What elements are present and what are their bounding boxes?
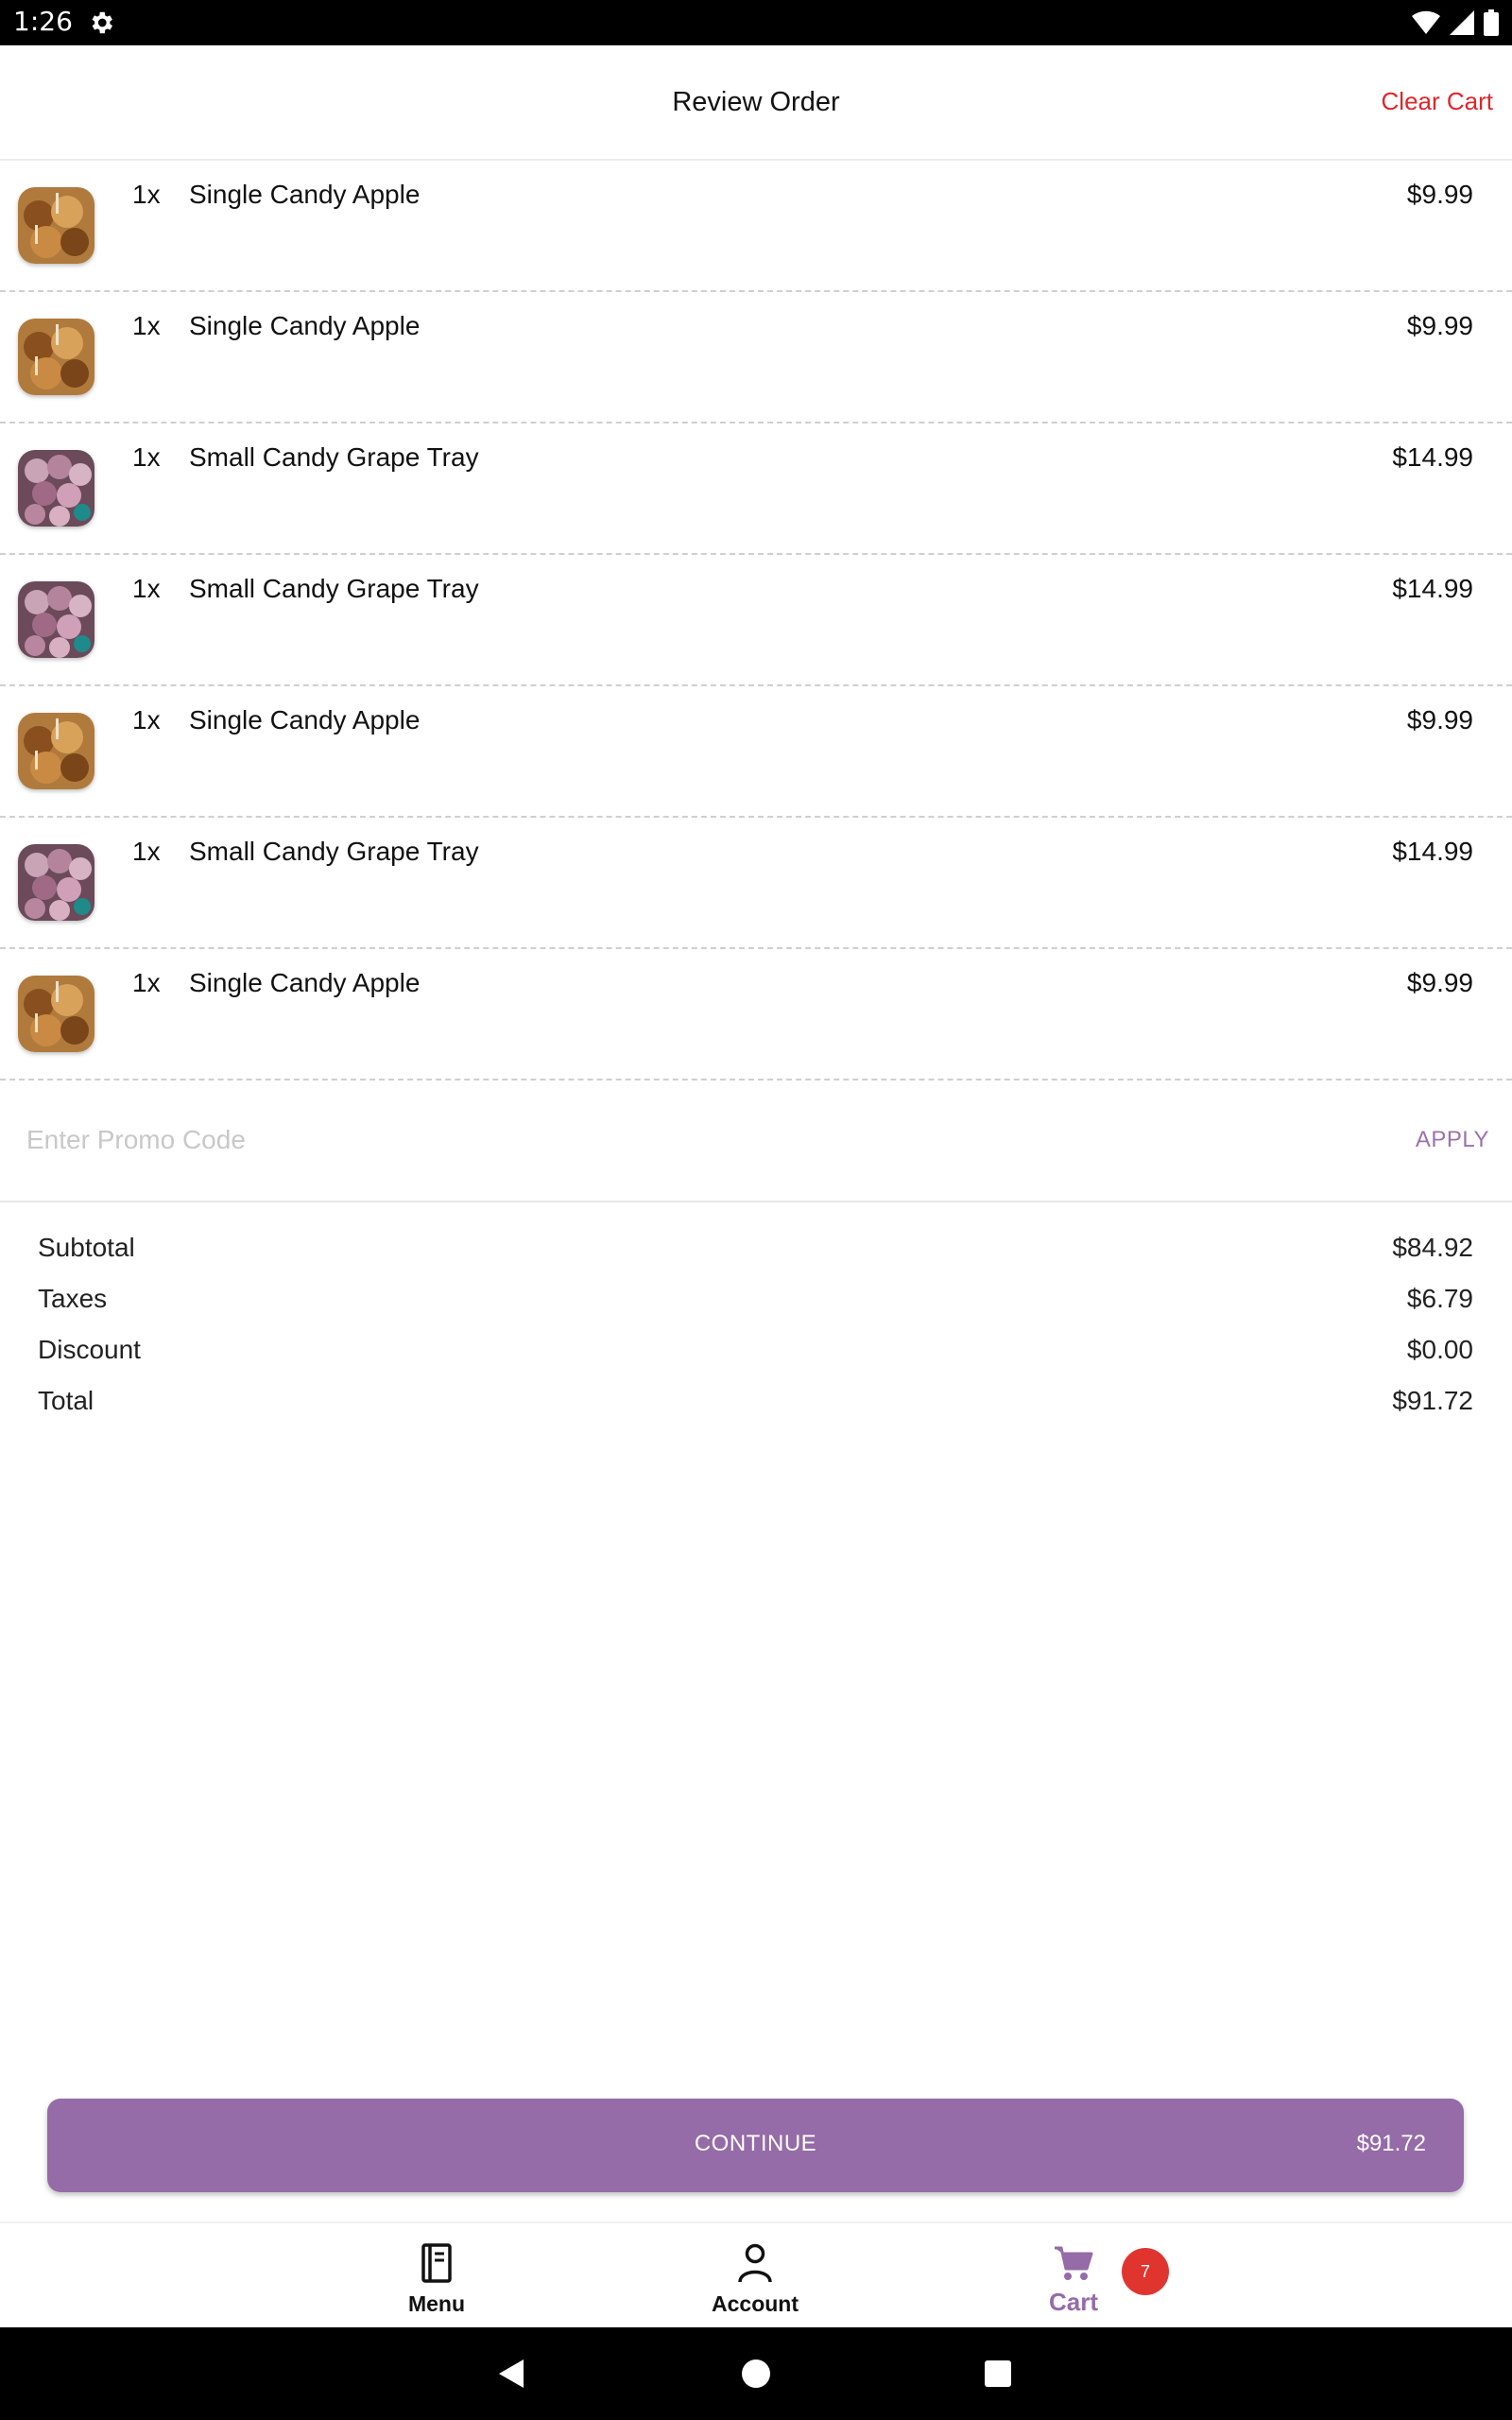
item-price: $14.99 [1392,837,1473,866]
item-name: Small Candy Grape Tray [189,442,479,472]
item-price: $14.99 [1392,574,1473,603]
order-item[interactable]: 1x Single Candy Apple $9.99 [0,292,1512,424]
candy-apple-thumbnail [18,976,94,1052]
candy-apple-thumbnail [18,319,94,395]
cart-icon [1055,2246,1093,2280]
item-name: Small Candy Grape Tray [189,574,479,603]
summary-value: $0.00 [1406,1335,1473,1364]
continue-amount: $91.72 [1356,2131,1426,2156]
summary-value: $84.92 [1392,1233,1473,1262]
item-name: Single Candy Apple [189,311,421,340]
summary-row-taxes: Taxes $6.79 [0,1276,1512,1327]
menu-book-icon [421,2243,452,2283]
recents-icon[interactable] [974,2350,1022,2397]
summary-row-total: Total $91.72 [0,1378,1512,1429]
status-time: 1:26 [13,6,73,37]
bottom-tab-bar: Menu Account 7 Cart [0,2221,1512,2329]
order-item[interactable]: 1x Single Candy Apple $9.99 [0,161,1512,292]
item-name: Single Candy Apple [189,180,421,209]
battery-icon [1484,9,1499,36]
home-icon[interactable] [732,2350,780,2397]
apply-promo-button[interactable]: APPLY [1416,1127,1489,1153]
summary-label: Total [38,1386,94,1415]
item-quantity: 1x [132,180,161,209]
order-item[interactable]: 1x Single Candy Apple $9.99 [0,686,1512,818]
page-title: Review Order [672,87,840,117]
summary-row-subtotal: Subtotal $84.92 [0,1225,1512,1276]
summary-label: Taxes [38,1284,108,1313]
item-quantity: 1x [132,705,161,735]
summary-value: $91.72 [1392,1386,1473,1415]
candy-apple-thumbnail [18,187,94,264]
item-price: $9.99 [1406,180,1473,209]
promo-code-section: APPLY [0,1078,1512,1202]
tab-menu[interactable]: Menu [342,2223,531,2329]
item-name: Single Candy Apple [189,968,421,997]
tab-cart[interactable]: 7 Cart [979,2223,1169,2329]
summary-value: $6.79 [1406,1284,1473,1313]
cell-signal-icon [1450,10,1474,35]
item-quantity: 1x [132,837,161,866]
candy-apple-thumbnail [18,713,94,789]
wifi-icon [1412,10,1440,34]
item-name: Single Candy Apple [189,705,421,735]
item-quantity: 1x [132,311,161,340]
app-header: Review Order Clear Cart [0,45,1512,161]
item-quantity: 1x [132,574,161,603]
tab-label: Account [712,2291,799,2316]
summary-row-discount: Discount $0.00 [0,1327,1512,1378]
order-item[interactable]: 1x Small Candy Grape Tray $14.99 [0,555,1512,686]
summary-label: Discount [38,1335,141,1364]
order-item[interactable]: 1x Single Candy Apple $9.99 [0,949,1512,1080]
clear-cart-button[interactable]: Clear Cart [1382,87,1493,116]
continue-button[interactable]: CONTINUE $91.72 [47,2099,1464,2192]
candy-grape-tray-thumbnail [18,581,94,658]
system-indicators [1412,9,1499,36]
order-item[interactable]: 1x Small Candy Grape Tray $14.99 [0,818,1512,949]
order-item-list: 1x Single Candy Apple $9.99 1x Single Ca… [0,161,1512,1080]
status-bar: 1:26 [0,0,1512,45]
item-price: $9.99 [1406,311,1473,340]
item-quantity: 1x [132,442,161,472]
item-quantity: 1x [132,968,161,997]
item-price: $14.99 [1392,442,1473,472]
item-name: Small Candy Grape Tray [189,837,479,866]
order-item[interactable]: 1x Small Candy Grape Tray $14.99 [0,424,1512,555]
candy-grape-tray-thumbnail [18,450,94,527]
order-summary: Subtotal $84.92 Taxes $6.79 Discount $0.… [0,1225,1512,1429]
tab-label: Menu [407,2291,466,2316]
back-icon[interactable] [490,2350,537,2397]
item-price: $9.99 [1406,705,1473,735]
person-icon [738,2243,772,2283]
tab-label: Cart [1048,2288,1098,2316]
item-price: $9.99 [1406,968,1473,997]
summary-label: Subtotal [38,1233,135,1262]
settings-gear-icon [92,11,112,34]
system-navigation-bar [0,2327,1512,2420]
continue-label: CONTINUE [694,2131,817,2156]
candy-grape-tray-thumbnail [18,844,94,921]
promo-code-input[interactable] [26,1119,1160,1161]
tab-account[interactable]: Account [661,2223,850,2329]
